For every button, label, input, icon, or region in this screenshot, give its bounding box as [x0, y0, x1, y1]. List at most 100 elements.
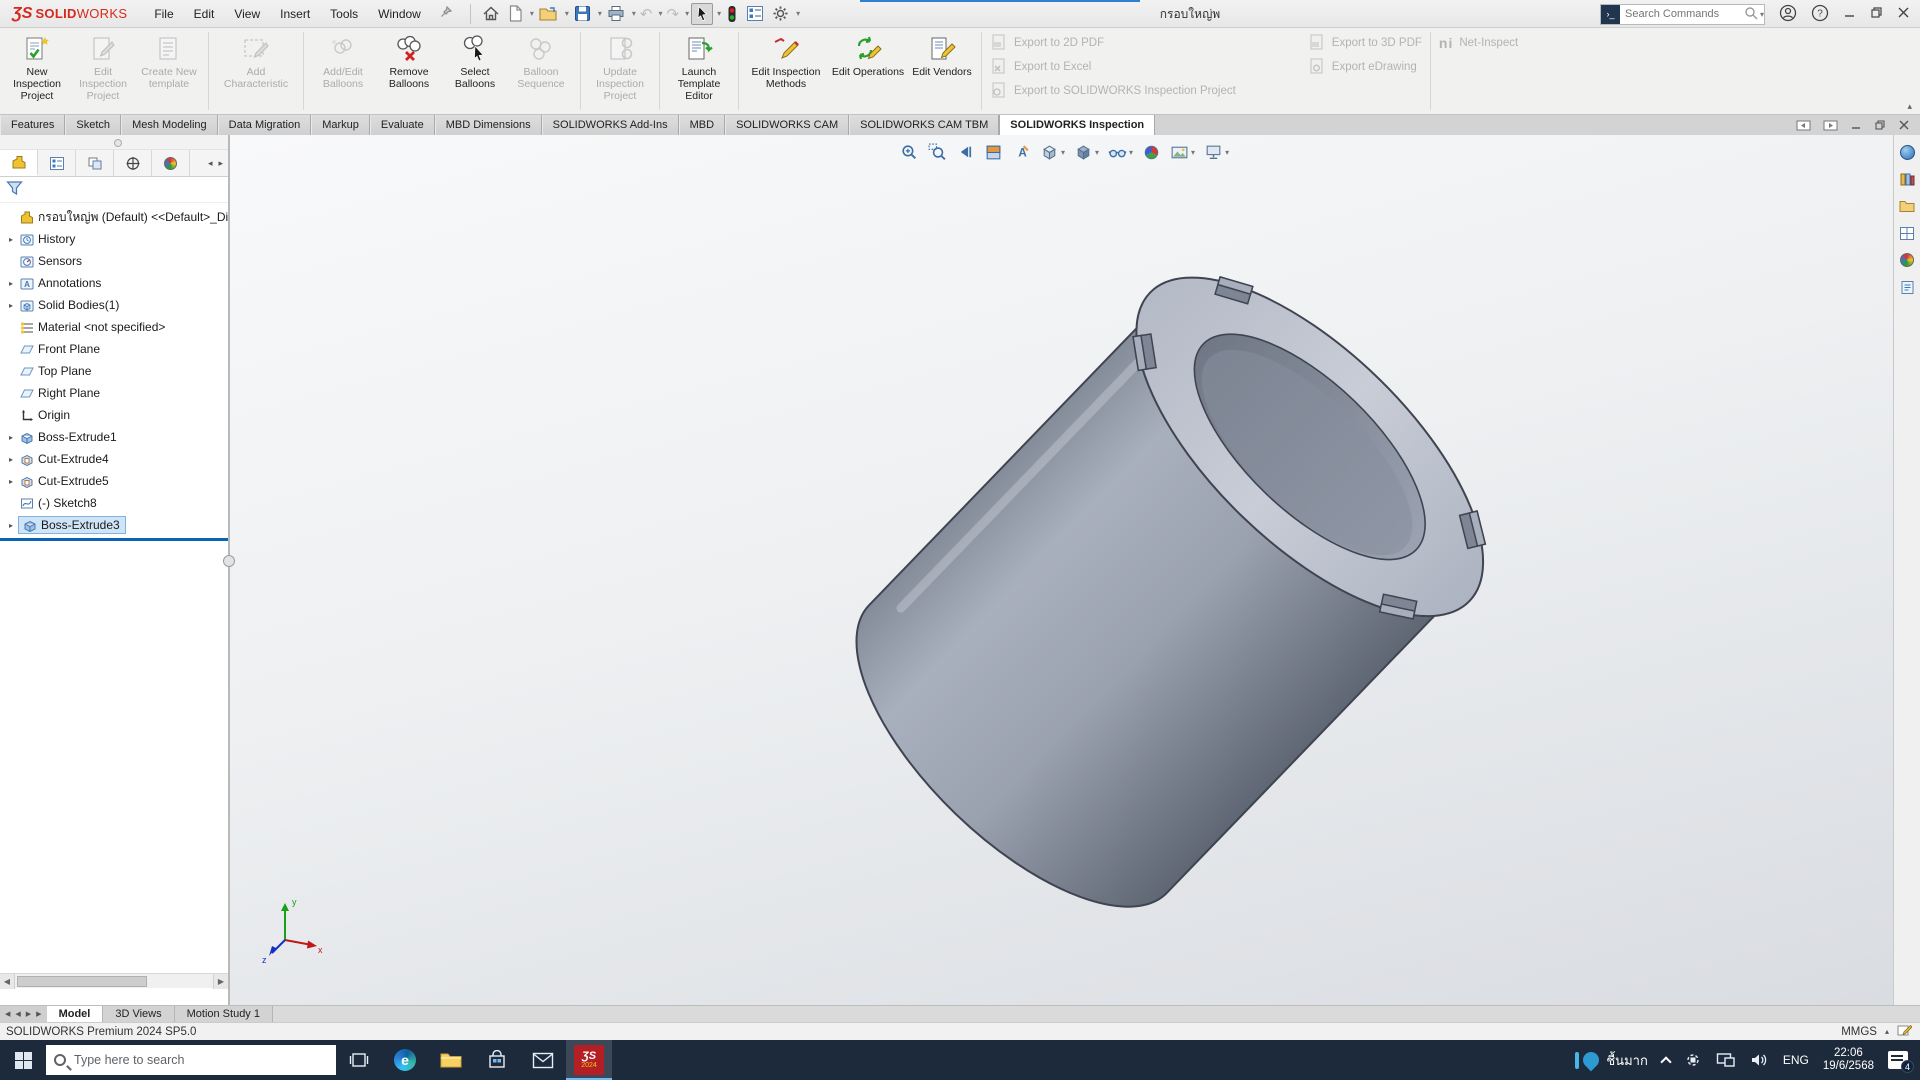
resources-icon[interactable]: [1898, 143, 1916, 161]
window-next-icon[interactable]: [1823, 119, 1838, 132]
help-icon[interactable]: ?: [1811, 4, 1829, 25]
edit-vendors-button[interactable]: Edit Vendors: [909, 31, 975, 109]
3d-model-cylinder[interactable]: [230, 135, 1893, 1005]
panel-collapse-handle[interactable]: [223, 555, 235, 567]
expand-arrow-icon[interactable]: ▸: [4, 301, 18, 310]
prev-tab-icon[interactable]: ◀: [13, 1010, 22, 1018]
chevron-down-icon[interactable]: ▾: [717, 9, 721, 18]
remove-balloons-button[interactable]: Remove Balloons: [376, 31, 442, 109]
display-style-icon[interactable]: ▾: [1072, 141, 1101, 164]
tab-model[interactable]: Model: [47, 1006, 104, 1022]
units-up-icon[interactable]: ▴: [1885, 1027, 1889, 1036]
chevron-down-icon[interactable]: ▾: [796, 9, 800, 18]
design-library-icon[interactable]: [1898, 170, 1916, 188]
task-view-icon[interactable]: [336, 1040, 382, 1080]
menu-file[interactable]: File: [145, 3, 182, 25]
tree-item-boss-extrude1[interactable]: ▸ Boss-Extrude1: [0, 426, 228, 448]
file-explorer-icon[interactable]: [1898, 197, 1916, 215]
tab-features[interactable]: Features: [0, 115, 65, 135]
close-icon[interactable]: [1897, 6, 1910, 22]
tree-item-right-plane[interactable]: Right Plane: [0, 382, 228, 404]
chevron-down-icon[interactable]: ▾: [1760, 10, 1764, 19]
window-previous-icon[interactable]: [1796, 119, 1811, 132]
mail-icon[interactable]: [520, 1040, 566, 1080]
tab-mbd[interactable]: MBD: [679, 115, 725, 135]
menu-view[interactable]: View: [225, 3, 269, 25]
open-folder-icon[interactable]: [536, 4, 561, 24]
select-balloons-button[interactable]: Select Balloons: [442, 31, 508, 109]
commands-search-input[interactable]: [1620, 8, 1744, 20]
expand-arrow-icon[interactable]: ▸: [4, 455, 18, 464]
account-icon[interactable]: [1779, 4, 1797, 25]
document-minimize-icon[interactable]: [1850, 119, 1862, 131]
stoplight-icon[interactable]: [723, 3, 741, 25]
expand-arrow-icon[interactable]: ▸: [4, 433, 18, 442]
taskbar-search[interactable]: Type here to search: [46, 1045, 336, 1075]
first-tab-icon[interactable]: ◀: [3, 1010, 12, 1018]
speaker-icon[interactable]: [1750, 1052, 1769, 1068]
selected-item-highlight[interactable]: Boss-Extrude3: [18, 516, 126, 534]
options-gear-icon[interactable]: [769, 3, 792, 24]
save-icon[interactable]: [571, 3, 594, 24]
expand-arrow-icon[interactable]: ▸: [4, 235, 18, 244]
chevron-down-icon[interactable]: ▾: [632, 9, 636, 18]
store-icon[interactable]: [474, 1040, 520, 1080]
panes-icon[interactable]: [743, 3, 767, 24]
pin-menu-icon[interactable]: [440, 6, 452, 21]
panel-tabs-right-icon[interactable]: ▸: [218, 158, 223, 169]
tree-item-solid-bodies[interactable]: ▸ Solid Bodies(1): [0, 294, 228, 316]
propertymanager-icon[interactable]: [38, 150, 76, 176]
tree-item-annotations[interactable]: ▸ A Annotations: [0, 272, 228, 294]
configurationmanager-icon[interactable]: [76, 150, 114, 176]
tab-evaluate[interactable]: Evaluate: [370, 115, 435, 135]
language-indicator[interactable]: ENG: [1783, 1053, 1809, 1067]
scrollbar-thumb[interactable]: [17, 976, 147, 987]
chevron-down-icon[interactable]: ▾: [1129, 148, 1133, 157]
view-settings-icon[interactable]: ▾: [1202, 141, 1231, 164]
chevron-down-icon[interactable]: ▾: [1225, 148, 1229, 157]
appearances-icon[interactable]: [1898, 251, 1916, 269]
tab-markup[interactable]: Markup: [311, 115, 370, 135]
dimxpertmanager-icon[interactable]: [114, 150, 152, 176]
clock[interactable]: 22:06 19/6/2568: [1823, 1047, 1874, 1073]
solidworks-icon[interactable]: ƷS2024: [566, 1040, 612, 1080]
select-cursor-icon[interactable]: [691, 3, 713, 25]
view-palette-icon[interactable]: [1898, 224, 1916, 242]
chevron-down-icon[interactable]: ▾: [598, 9, 602, 18]
panel-horizontal-scrollbar[interactable]: ◀ ▶: [0, 973, 228, 988]
tree-item-boss-extrude3[interactable]: ▸ Boss-Extrude3: [0, 514, 228, 536]
tree-item-cut-extrude5[interactable]: ▸ Cut-Extrude5: [0, 470, 228, 492]
tab-mesh-modeling[interactable]: Mesh Modeling: [121, 115, 218, 135]
tab-sketch[interactable]: Sketch: [65, 115, 121, 135]
tree-item-top-plane[interactable]: Top Plane: [0, 360, 228, 382]
restore-icon[interactable]: [1870, 6, 1883, 22]
tree-item-origin[interactable]: Origin: [0, 404, 228, 426]
featuremanager-icon[interactable]: [0, 150, 38, 176]
hide-show-items-icon[interactable]: ▾: [1106, 141, 1135, 164]
rollback-bar[interactable]: [0, 538, 228, 541]
chevron-down-icon[interactable]: ▾: [565, 9, 569, 18]
tree-root[interactable]: กรอบใหญ่พ (Default) <<Default>_Displ: [0, 206, 228, 228]
tab-solidworks-inspection[interactable]: SOLIDWORKS Inspection: [999, 115, 1155, 135]
new-inspection-project-button[interactable]: New Inspection Project: [4, 31, 70, 109]
view-orientation-icon[interactable]: ▾: [1038, 141, 1067, 164]
command-search[interactable]: ›_ ▾: [1600, 4, 1765, 25]
chevron-down-icon[interactable]: ▾: [1095, 148, 1099, 157]
scroll-left-icon[interactable]: ◀: [0, 974, 15, 989]
tree-item-history[interactable]: ▸ History: [0, 228, 228, 250]
menu-edit[interactable]: Edit: [185, 3, 224, 25]
tab-mbd-dimensions[interactable]: MBD Dimensions: [435, 115, 542, 135]
tree-item-sketch8[interactable]: (-) Sketch8: [0, 492, 228, 514]
previous-view-icon[interactable]: [954, 141, 977, 164]
document-restore-icon[interactable]: [1874, 119, 1886, 131]
tab-3d-views[interactable]: 3D Views: [103, 1006, 174, 1022]
edit-appearance-icon[interactable]: [1140, 141, 1163, 164]
tree-item-front-plane[interactable]: Front Plane: [0, 338, 228, 360]
note-icon[interactable]: [1897, 1024, 1912, 1040]
display-icon[interactable]: [1716, 1052, 1736, 1068]
chevron-down-icon[interactable]: ▾: [1191, 148, 1195, 157]
custom-properties-icon[interactable]: [1898, 278, 1916, 296]
expand-arrow-icon[interactable]: ▸: [4, 279, 18, 288]
snip-icon[interactable]: [1684, 1052, 1702, 1068]
start-icon[interactable]: [0, 1040, 46, 1080]
